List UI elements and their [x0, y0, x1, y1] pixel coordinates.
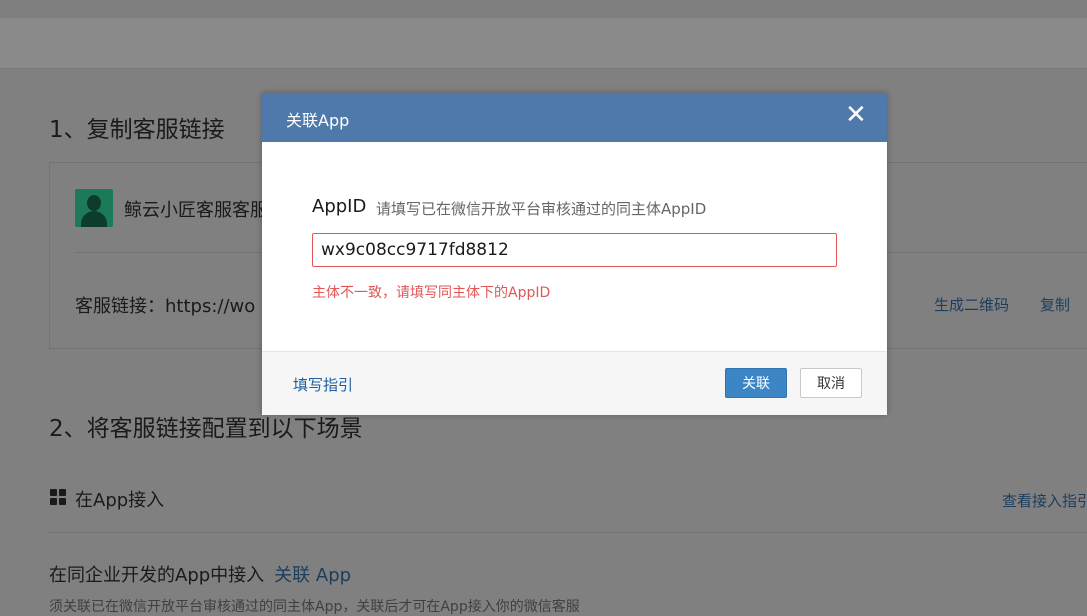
generate-qr-link[interactable]: 生成二维码: [934, 294, 1009, 315]
copy-link[interactable]: 复制: [1040, 294, 1070, 315]
divider: [49, 532, 1087, 533]
associate-button[interactable]: 关联: [725, 368, 787, 398]
appid-input[interactable]: [312, 233, 837, 267]
top-bar: [0, 0, 1087, 18]
cancel-button[interactable]: 取消: [800, 368, 862, 398]
kf-link-text: 客服链接：https://wo: [75, 296, 256, 317]
associate-app-line: 在同企业开发的App中接入 关联 App: [49, 561, 351, 587]
section-title-copy-link: 1、复制客服链接: [49, 117, 225, 143]
avatar: [75, 189, 113, 227]
appid-error: 主体不一致，请填写同主体下的AppID: [312, 285, 551, 301]
sub-header: [0, 18, 1087, 69]
associate-app-dialog: 关联App ✕ AppID 请填写已在微信开放平台审核通过的同主体AppID 主…: [262, 93, 887, 415]
close-icon[interactable]: ✕: [845, 102, 867, 128]
grid-icon: [50, 489, 68, 507]
dialog-footer: 填写指引 关联 取消: [262, 351, 887, 415]
appid-label: AppID: [312, 196, 367, 217]
associate-app-link[interactable]: 关联 App: [274, 565, 351, 586]
kf-account-name: 鲸云小匠客服客服: [124, 200, 268, 221]
fill-guide-link[interactable]: 填写指引: [293, 374, 353, 395]
dialog-header: 关联App ✕: [262, 93, 887, 142]
appid-hint: 请填写已在微信开放平台审核通过的同主体AppID: [376, 200, 707, 218]
view-guide-link[interactable]: 查看接入指引: [1002, 490, 1087, 511]
app-access-title: 在App接入: [75, 490, 165, 511]
associate-app-text: 在同企业开发的App中接入: [49, 565, 265, 586]
associate-note: 须关联已在微信开放平台审核通过的同主体App，关联后才可在App接入你的微信客服: [49, 599, 580, 615]
dialog-title: 关联App: [286, 111, 350, 130]
